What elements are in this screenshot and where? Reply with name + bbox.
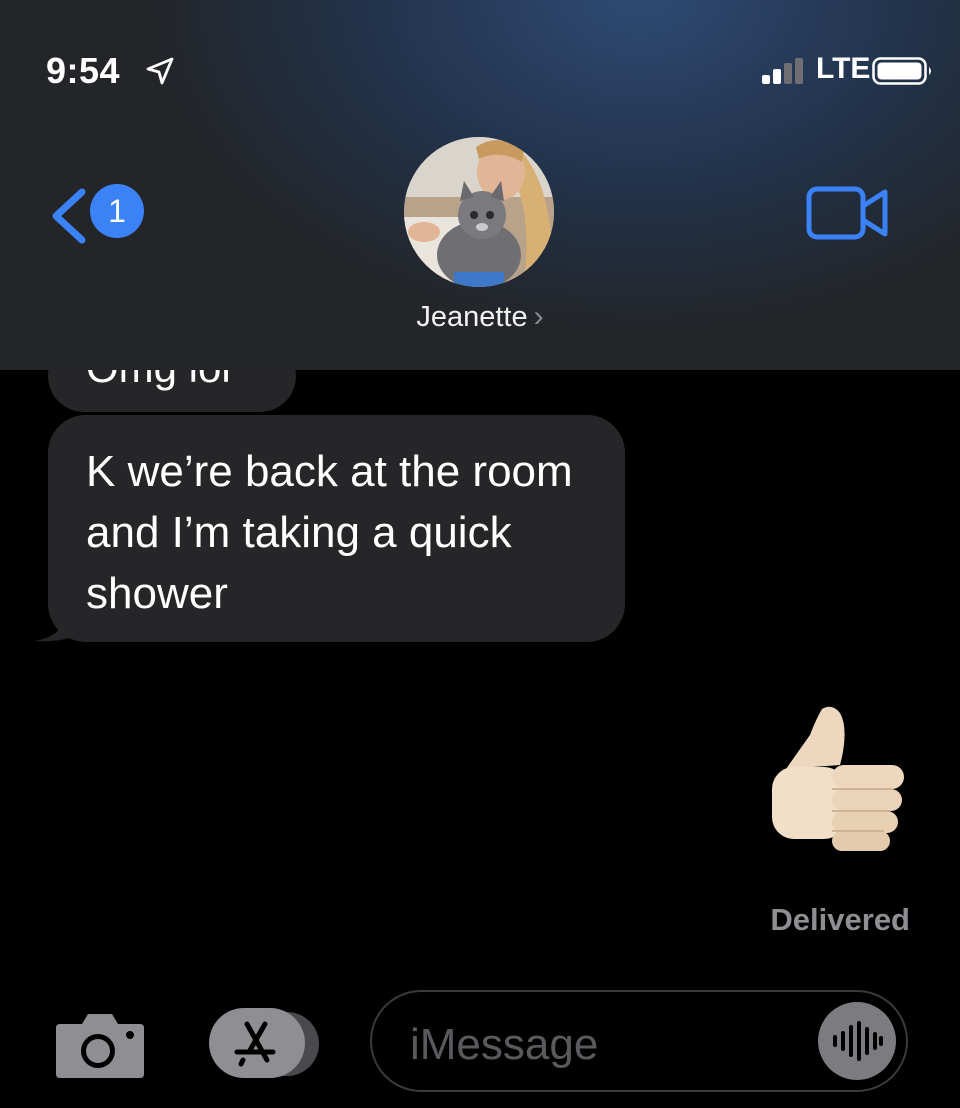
avatar-photo	[404, 137, 554, 287]
contact-name-button[interactable]: Jeanette ›	[360, 300, 600, 334]
status-time: 9:54	[46, 50, 121, 91]
contact-avatar[interactable]	[404, 137, 554, 287]
app-store-icon[interactable]	[207, 1006, 321, 1082]
audio-waveform-icon	[833, 1021, 883, 1061]
message-input-placeholder: iMessage	[410, 1020, 599, 1069]
camera-icon[interactable]	[54, 1010, 146, 1080]
thumbs-up-emoji[interactable]	[766, 705, 906, 853]
chevron-right-icon: ›	[533, 300, 544, 333]
contact-name: Jeanette	[416, 301, 528, 333]
back-button[interactable]: 1	[46, 180, 156, 250]
audio-message-button[interactable]	[818, 1002, 896, 1080]
message-input[interactable]: iMessage	[370, 990, 908, 1092]
network-type: LTE	[816, 52, 871, 85]
battery-icon	[872, 57, 931, 85]
location-arrow-icon	[146, 57, 174, 85]
delivery-status: Delivered	[770, 902, 910, 937]
incoming-message-bubble[interactable]: K we’re back at the room and I’m taking …	[48, 415, 625, 642]
signal-bars-icon	[762, 58, 803, 84]
incoming-message-text: K we’re back at the room and I’m taking …	[86, 447, 573, 618]
video-camera-icon[interactable]	[806, 184, 890, 242]
unread-badge: 1	[90, 184, 144, 238]
chevron-left-icon	[52, 188, 86, 244]
conversation-header: 9:54 LTE 1 Jeanette ›	[0, 0, 960, 370]
